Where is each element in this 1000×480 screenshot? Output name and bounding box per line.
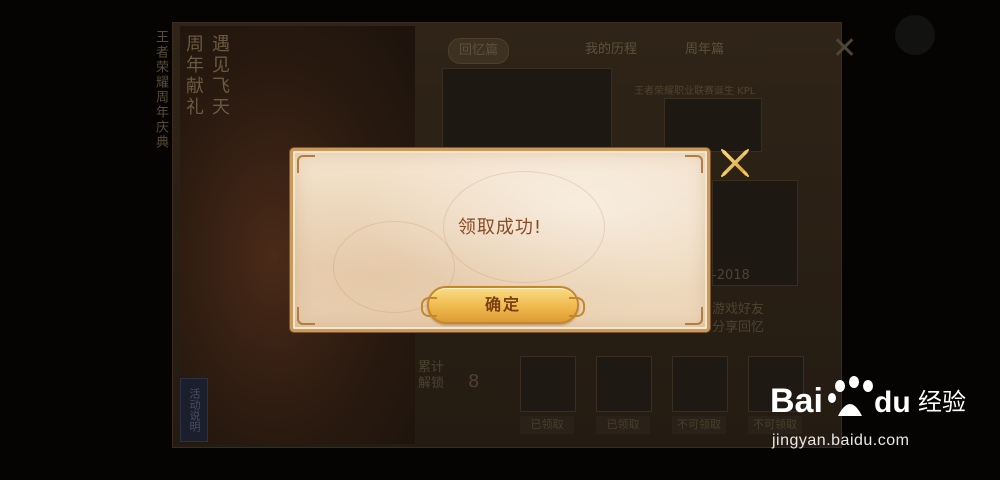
close-icon[interactable] [720,148,750,178]
share-caption-1: 游戏好友 [712,302,765,317]
side-decoration [895,15,935,55]
reward-item-1[interactable] [520,356,576,412]
watermark-url: jingyan.baidu.com [772,432,910,449]
event-title-2: 周年献礼 [183,34,204,118]
corner-ornament [297,307,315,325]
cumulative-unlock: 累计 解锁 8 [418,360,512,416]
kpl-caption: 王者荣耀职业联赛诞生 KPL [634,86,756,97]
kpl-photo[interactable] [664,98,762,152]
year-range: -2018 [712,268,750,283]
svg-text:经验: 经验 [918,388,966,416]
corner-ornament [297,155,315,173]
reward-claimed-dialog: 领取成功! 确定 [290,148,710,332]
dialog-message: 领取成功! [457,217,543,238]
tab-my-history[interactable]: 我的历程 [575,38,647,62]
svg-text:du: du [874,386,911,419]
side-banner-text: 王者荣耀周年庆典 [153,30,168,150]
baidu-jingyan-logo: Bai du 经验 [770,372,970,422]
reward-item-3[interactable] [672,356,728,412]
tab-memories[interactable]: 回忆篇 [448,38,510,64]
cumulative-label: 累计 解锁 [418,360,445,391]
reward-status-3: 不可领取 [672,416,726,434]
background-close-icon[interactable]: ✕ [832,34,857,64]
cumulative-count: 8 [468,371,480,392]
confirm-button[interactable]: 确定 [421,286,585,324]
reward-status-2: 已领取 [596,416,650,434]
corner-ornament [685,307,703,325]
activity-info-button[interactable]: 活动说明 [180,378,208,442]
memory-card-locked[interactable] [442,68,612,154]
share-caption-2: 分享回忆 [712,320,765,335]
event-title-1: 遇见飞天 [209,34,230,118]
reward-status-1: 已领取 [520,416,574,434]
corner-ornament [685,155,703,173]
tab-anniversary[interactable]: 周年篇 [675,38,734,62]
svg-text:Bai: Bai [770,382,823,420]
reward-item-2[interactable] [596,356,652,412]
